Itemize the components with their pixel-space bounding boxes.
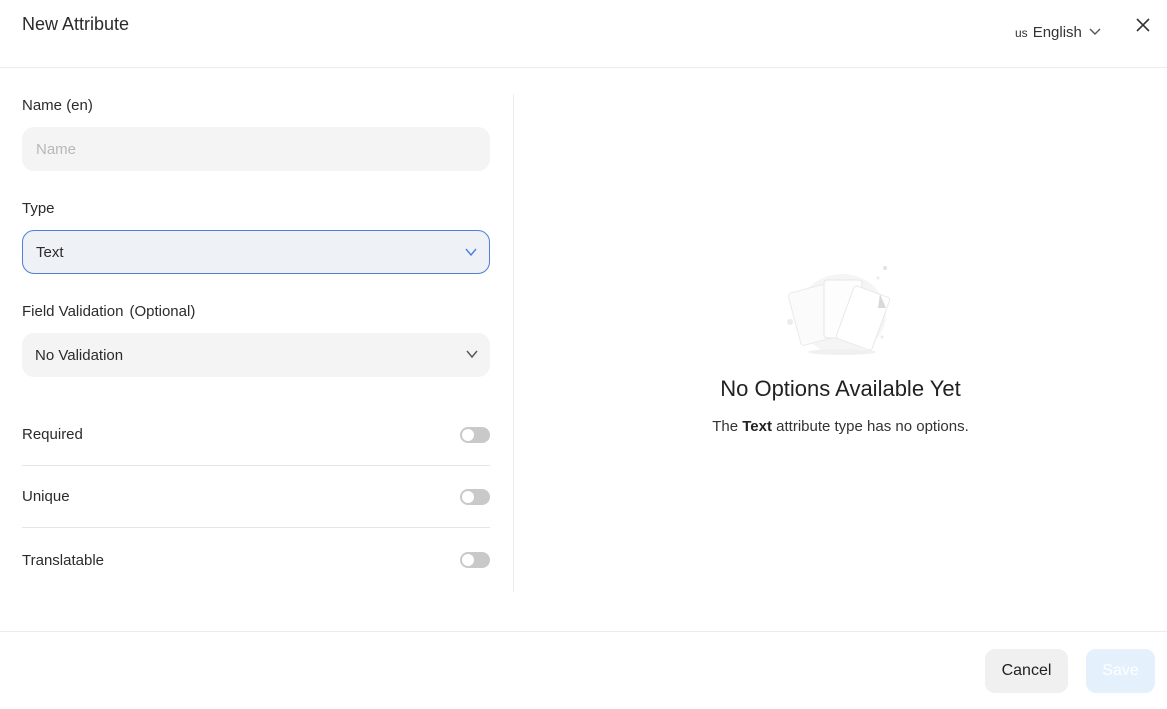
chevron-down-icon xyxy=(466,350,478,359)
language-label: English xyxy=(1032,23,1082,41)
column-divider xyxy=(513,94,514,592)
validation-select-value: No Validation xyxy=(35,346,124,364)
toggle-row-translatable: Translatable xyxy=(22,529,490,591)
language-selector[interactable]: us English xyxy=(1015,21,1101,43)
toggle-knob xyxy=(462,554,474,566)
attribute-type-name: Text xyxy=(742,418,772,435)
toggle-row-unique: Unique xyxy=(22,466,490,528)
chevron-down-icon xyxy=(1089,28,1101,35)
required-toggle[interactable] xyxy=(460,426,490,443)
name-label: Name (en) xyxy=(22,97,93,114)
name-lang-suffix: (en) xyxy=(66,97,93,114)
empty-cards-illustration xyxy=(787,266,891,355)
toggle-knob xyxy=(462,428,474,441)
chevron-down-icon xyxy=(465,248,477,257)
unique-toggle[interactable] xyxy=(460,488,490,505)
translatable-label: Translatable xyxy=(22,551,104,569)
validation-optional: (Optional) xyxy=(129,303,196,320)
save-button[interactable]: Save xyxy=(1086,649,1155,693)
language-country-code: us xyxy=(1015,26,1028,40)
type-label: Type xyxy=(22,200,55,217)
empty-state-subtitle: The Text attribute type has no options. xyxy=(712,418,969,435)
modal-header: New Attribute us English xyxy=(0,0,1167,68)
validation-select[interactable]: No Validation xyxy=(22,333,490,377)
translatable-toggle[interactable] xyxy=(460,552,490,568)
name-input[interactable] xyxy=(22,127,490,171)
cancel-button[interactable]: Cancel xyxy=(985,649,1068,693)
toggle-row-required: Required xyxy=(22,404,490,466)
type-select-value: Text xyxy=(36,243,64,261)
modal-title: New Attribute xyxy=(22,14,130,34)
type-select[interactable]: Text xyxy=(22,230,490,274)
required-label: Required xyxy=(22,426,83,443)
toggle-knob xyxy=(462,490,474,503)
validation-label: Field Validation (Optional) xyxy=(22,303,196,320)
empty-state-title: No Options Available Yet xyxy=(720,376,961,401)
unique-label: Unique xyxy=(22,488,70,505)
close-icon[interactable] xyxy=(1133,15,1153,35)
